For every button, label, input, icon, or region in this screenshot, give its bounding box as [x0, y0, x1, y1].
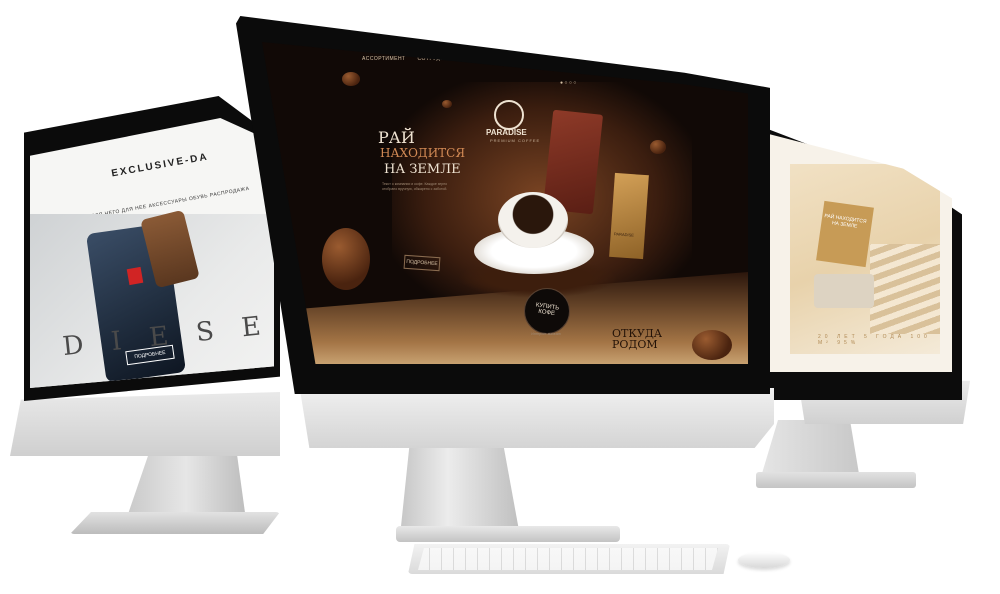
- coffee-cup: [498, 192, 568, 248]
- left-site-logo: EXCLUSIVE-DA: [110, 151, 210, 180]
- left-imac-stand-foot: [70, 512, 280, 534]
- coffee-pack-gold: [609, 172, 649, 260]
- paradise-logo-name: PARADISE: [486, 128, 527, 137]
- center-more-button: ПОДРОБНЕЕ: [403, 254, 441, 272]
- right-sign: [816, 200, 874, 268]
- center-title-line3: НА ЗЕМЛЕ: [384, 162, 461, 177]
- red-tag: [126, 266, 144, 286]
- coffee-bean: [322, 228, 370, 290]
- coffee-bean: [650, 140, 666, 154]
- center-title-line1: РАЙ: [378, 128, 415, 147]
- center-body-text: Текст о компании и кофе. Каждое зерно от…: [382, 182, 448, 191]
- right-imac-stand-foot: [756, 472, 916, 488]
- origin-heading: ОТКУДА РОДОМ: [612, 328, 662, 350]
- sofa-image: [814, 274, 874, 308]
- center-imac-stand-foot: [396, 526, 620, 542]
- coffee-bean: [692, 330, 732, 360]
- keyboard-keys: [418, 548, 718, 570]
- right-stats: 20 ЛЕТ 5 ГОДА 100 М² 95%: [818, 334, 931, 346]
- paradise-logo-sub: PREMIUM COFFEE: [490, 138, 541, 143]
- center-title-line2: НАХОДИТСЯ: [380, 146, 466, 160]
- buy-coffee-sub: Интернет-магазин: [531, 332, 561, 336]
- center-imac-display: АССОРТИМЕНТ СОТРУДНИЧЕСТВО НОВОСТИ КОНТА…: [262, 42, 748, 364]
- left-imac-stand-neck: [126, 450, 246, 520]
- left-imac-chin: [10, 392, 280, 456]
- coffee-bean: [342, 72, 360, 86]
- staircase-image: [870, 244, 940, 334]
- center-imac-chin: [299, 388, 774, 448]
- center-social-icons: ● ○ ○ ○: [560, 80, 577, 86]
- center-imac-stand-neck: [400, 444, 520, 536]
- right-imac-stand-neck: [760, 420, 860, 480]
- left-imac-display: EXCLUSIVE-DA ДЛЯ НЕГО ДЛЯ НЕЕ АКСЕССУАРЫ…: [30, 118, 274, 388]
- paradise-logo-icon: [494, 100, 524, 130]
- origin-line2: РОДОМ: [612, 338, 658, 351]
- magic-mouse: [738, 552, 790, 568]
- coffee-bean: [442, 100, 452, 108]
